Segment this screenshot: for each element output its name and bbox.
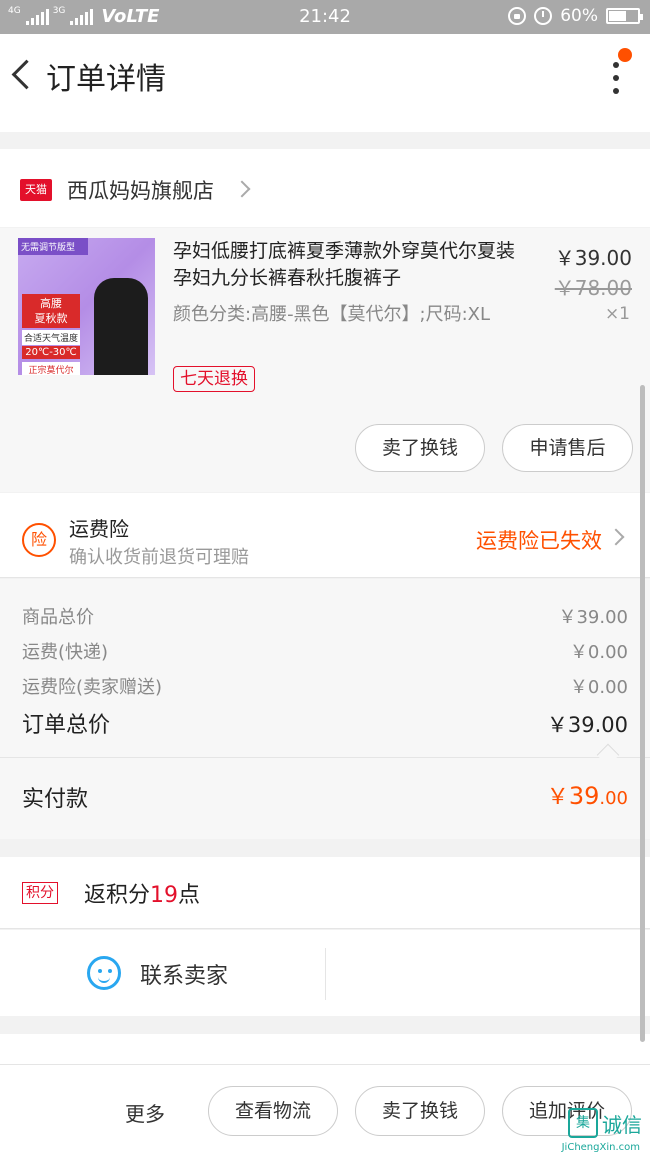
more-button[interactable]: 更多: [125, 1098, 165, 1127]
notification-dot: [618, 48, 632, 62]
paid-integer: 39: [568, 782, 600, 810]
price-summary: 商品总价 ￥39.00 运费(快递) ￥0.00 运费险(卖家赠送) ￥0.00…: [0, 579, 650, 839]
more-options-button[interactable]: [600, 48, 632, 100]
points-badge: 积分: [22, 882, 58, 904]
paid-decimal: .00: [599, 788, 628, 809]
caret-up-icon: [596, 743, 620, 767]
points-text: 返积分19点: [84, 877, 200, 909]
partial-section: [0, 1034, 650, 1064]
quantity: ×1: [604, 304, 630, 324]
divider: [325, 948, 326, 1000]
watermark-logo: 集: [568, 1108, 598, 1138]
thumb-temp: 20℃-30℃: [22, 346, 80, 359]
watermark: 集 诚信: [568, 1108, 642, 1138]
product-title[interactable]: 孕妇低腰打底裤夏季薄款外穿莫代尔夏装孕妇九分长裤春秋托腹裤子: [173, 238, 533, 292]
insurance-fee-label: 运费险(卖家赠送): [22, 677, 163, 698]
thumb-note: 合适天气温度: [22, 330, 80, 345]
return-policy-tag: 七天退换: [173, 366, 255, 392]
insurance-subtitle: 确认收货前退货可理赔: [69, 547, 249, 568]
back-arrow-icon[interactable]: [4, 54, 44, 98]
watermark-text: 诚信: [602, 1112, 642, 1137]
watermark-url: JiChengXin.com: [561, 1142, 640, 1153]
product-sku: 颜色分类:高腰-黑色【莫代尔】;尺码:XL: [173, 304, 491, 325]
insurance-fee-value: ￥0.00: [569, 677, 628, 698]
thumb-bottom-tag: 正宗莫代尔: [22, 362, 80, 375]
rotation-lock-icon: [508, 7, 527, 25]
thumb-tag: 无需调节版型: [18, 238, 88, 255]
battery-icon: [606, 8, 643, 24]
subtotal-value: ￥39.00: [558, 607, 628, 628]
shipping-label: 运费(快递): [22, 642, 109, 663]
status-bar: 4G 3G VoLTE 21:42 60%: [0, 0, 650, 34]
battery-fill: [609, 11, 626, 21]
bottom-action-bar: 更多 查看物流 卖了换钱 追加评价: [0, 1064, 650, 1155]
insurance-title: 运费险: [69, 517, 129, 541]
chevron-right-icon: [233, 180, 251, 198]
more-dot-icon: [613, 88, 619, 94]
spacer-strip: [0, 118, 650, 132]
insurance-status[interactable]: 运费险已失效: [476, 525, 602, 555]
store-name[interactable]: 西瓜妈妈旗舰店: [67, 175, 214, 205]
more-dot-icon: [613, 62, 619, 68]
chat-icon[interactable]: [87, 956, 121, 990]
insurance-icon: 险: [22, 523, 56, 557]
product-thumbnail[interactable]: 无需调节版型 高腰 夏秋款 合适天气温度 20℃-30℃ 正宗莫代尔: [18, 238, 155, 375]
more-dot-icon: [613, 75, 619, 81]
contact-seller-button[interactable]: 联系卖家: [140, 958, 228, 990]
thumb-badge: 高腰 夏秋款: [22, 294, 80, 328]
shipping-insurance-row[interactable]: 险 运费险 确认收货前退货可理赔 运费险已失效: [0, 493, 650, 578]
scrollbar[interactable]: [640, 385, 645, 1042]
subtotal-label: 商品总价: [22, 607, 94, 628]
divider: [0, 757, 650, 758]
contact-row: 联系卖家: [0, 930, 650, 1016]
after-sales-button[interactable]: 申请售后: [502, 424, 633, 472]
product-price: ￥39.00: [554, 246, 632, 270]
tmall-badge: 天猫: [20, 179, 52, 201]
order-total-value: ￥39.00: [546, 713, 628, 737]
product-card[interactable]: 无需调节版型 高腰 夏秋款 合适天气温度 20℃-30℃ 正宗莫代尔 孕妇低腰打…: [0, 228, 650, 492]
status-right: 60%: [508, 6, 643, 26]
points-row: 积分 返积分19点: [0, 857, 650, 929]
chevron-right-icon: [607, 528, 625, 546]
sell-for-cash-button-bottom[interactable]: 卖了换钱: [355, 1086, 485, 1136]
points-number: 19: [150, 883, 179, 908]
amount-paid-label: 实付款: [22, 787, 89, 812]
battery-percent: 60%: [560, 6, 598, 26]
shipping-value: ￥0.00: [569, 642, 628, 663]
page-title: 订单详情: [46, 62, 166, 97]
alarm-icon: [534, 7, 553, 25]
sell-for-cash-button[interactable]: 卖了换钱: [355, 424, 485, 472]
store-row[interactable]: 天猫 西瓜妈妈旗舰店: [0, 149, 650, 227]
order-total-label: 订单总价: [22, 713, 111, 738]
paid-symbol: ￥: [546, 785, 569, 810]
points-suffix: 点: [178, 883, 201, 908]
thumb-figure: [94, 278, 148, 375]
original-price: ￥78.00: [554, 276, 632, 300]
amount-paid-value: ￥39.00: [547, 779, 628, 811]
points-prefix: 返积分: [84, 883, 151, 908]
app-header: 订单详情: [0, 34, 650, 118]
view-logistics-button[interactable]: 查看物流: [208, 1086, 338, 1136]
